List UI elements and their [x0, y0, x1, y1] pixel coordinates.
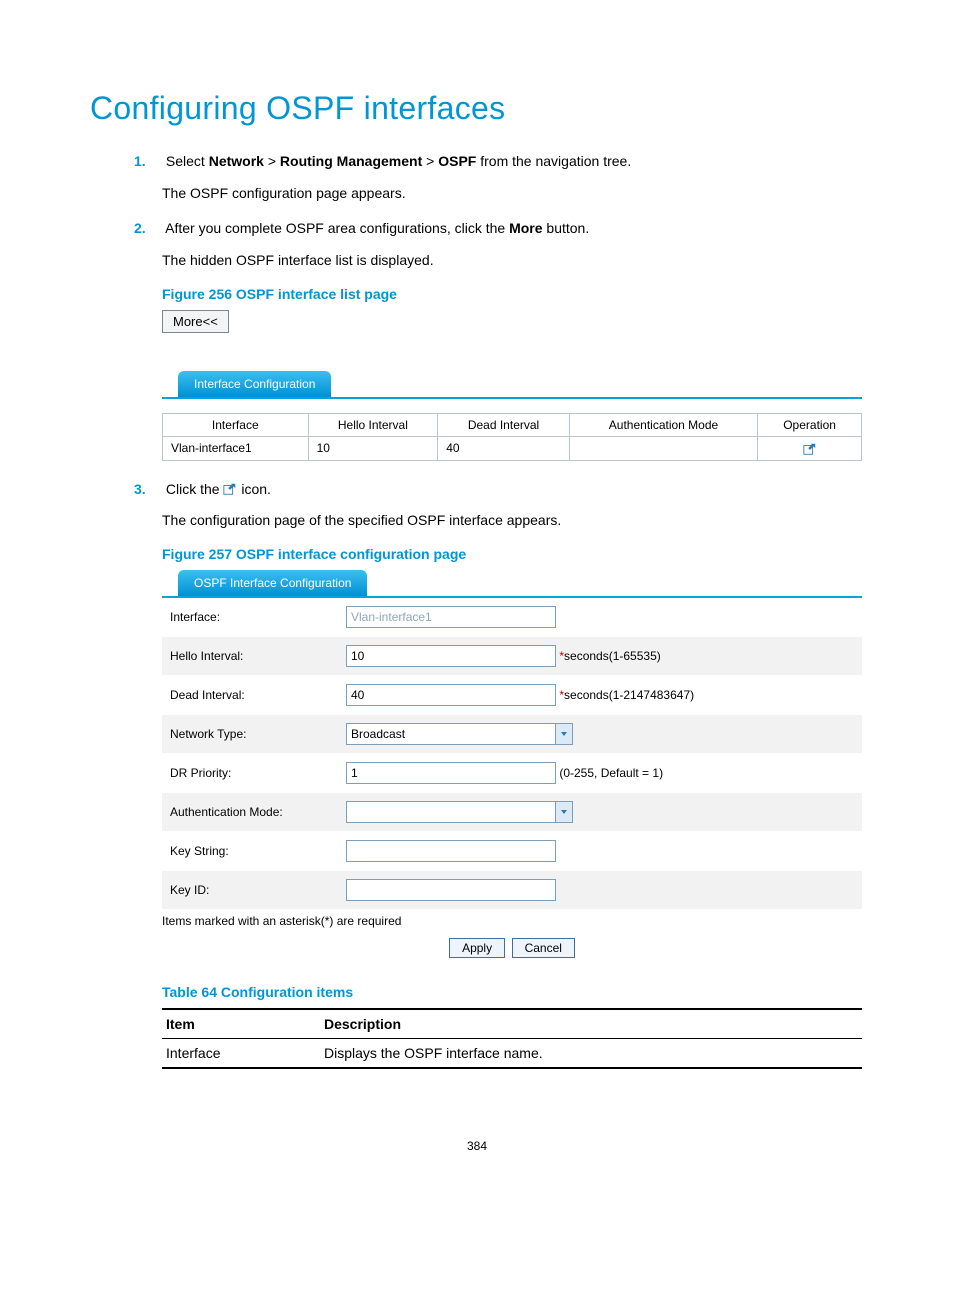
step-text: After you complete OSPF area configurati… — [165, 220, 509, 236]
step-number: 2. — [134, 218, 162, 240]
label-dead-interval: Dead Interval: — [162, 675, 338, 714]
tab-ospf-interface-config[interactable]: OSPF Interface Configuration — [178, 570, 367, 596]
more-button[interactable]: More<< — [162, 310, 229, 333]
cell-dead: 40 — [438, 436, 570, 460]
figure-256-caption: Figure 256 OSPF interface list page — [162, 286, 864, 302]
configuration-items-table: Item Description Interface Displays the … — [162, 1008, 862, 1069]
interface-field — [346, 606, 556, 628]
figure-256: More<< Interface Configuration Interface… — [162, 310, 864, 461]
auth-mode-select[interactable] — [346, 801, 555, 823]
table-header-row: Interface Hello Interval Dead Interval A… — [163, 413, 862, 436]
tab-bar: Interface Configuration — [162, 371, 862, 399]
step-3: 3. Click the icon. The configuration pag… — [162, 479, 864, 532]
nav-network: Network — [209, 153, 264, 169]
tab-bar: OSPF Interface Configuration — [162, 570, 862, 598]
dead-interval-field[interactable] — [346, 684, 556, 706]
edit-icon — [223, 481, 237, 497]
step-sub: The configuration page of the specified … — [162, 510, 864, 532]
cell-hello: 10 — [308, 436, 438, 460]
cell-item: Interface — [162, 1038, 320, 1068]
label-network-type: Network Type: — [162, 714, 338, 753]
chevron-down-icon[interactable] — [555, 801, 573, 823]
cell-description: Displays the OSPF interface name. — [320, 1038, 862, 1068]
col-item: Item — [162, 1009, 320, 1039]
ospf-interface-form: Interface: Hello Interval: *seconds(1-65… — [162, 598, 862, 910]
label-auth-mode: Authentication Mode: — [162, 792, 338, 831]
cell-auth — [569, 436, 757, 460]
label-dr-priority: DR Priority: — [162, 753, 338, 792]
table-row: Vlan-interface1 10 40 — [163, 436, 862, 460]
table-64-caption: Table 64 Configuration items — [162, 984, 864, 1000]
page-number: 384 — [90, 1139, 864, 1153]
label-hello-interval: Hello Interval: — [162, 636, 338, 675]
table-row: Interface Displays the OSPF interface na… — [162, 1038, 862, 1068]
hint-dead: seconds(1-2147483647) — [564, 688, 694, 702]
button-row: Apply Cancel — [162, 934, 862, 960]
col-auth-mode: Authentication Mode — [569, 413, 757, 436]
interface-list-table: Interface Hello Interval Dead Interval A… — [162, 413, 862, 461]
col-interface: Interface — [163, 413, 309, 436]
step-sub: The OSPF configuration page appears. — [162, 183, 864, 205]
key-id-field[interactable] — [346, 879, 556, 901]
apply-button[interactable]: Apply — [449, 938, 505, 958]
col-dead-interval: Dead Interval — [438, 413, 570, 436]
col-hello-interval: Hello Interval — [308, 413, 438, 436]
chevron-down-icon[interactable] — [555, 723, 573, 745]
label-key-string: Key String: — [162, 831, 338, 870]
hello-interval-field[interactable] — [346, 645, 556, 667]
step-number: 1. — [134, 151, 162, 173]
cell-operation — [758, 436, 862, 460]
page-title: Configuring OSPF interfaces — [90, 90, 864, 127]
nav-routing-mgmt: Routing Management — [280, 153, 422, 169]
label-key-id: Key ID: — [162, 870, 338, 909]
step-2: 2. After you complete OSPF area configur… — [162, 218, 864, 271]
edit-icon[interactable] — [803, 441, 817, 455]
col-operation: Operation — [758, 413, 862, 436]
cell-interface: Vlan-interface1 — [163, 436, 309, 460]
key-string-field[interactable] — [346, 840, 556, 862]
figure-257: OSPF Interface Configuration Interface: … — [162, 570, 862, 960]
network-type-select[interactable] — [346, 723, 555, 745]
step-text: Select — [166, 153, 209, 169]
col-description: Description — [320, 1009, 862, 1039]
step-sub: The hidden OSPF interface list is displa… — [162, 250, 864, 272]
table-header-row: Item Description — [162, 1009, 862, 1039]
dr-priority-field[interactable] — [346, 762, 556, 784]
nav-ospf: OSPF — [438, 153, 476, 169]
step-text: Click the — [166, 481, 224, 497]
cancel-button[interactable]: Cancel — [512, 938, 575, 958]
step-1: 1. Select Network > Routing Management >… — [162, 151, 864, 204]
more-word: More — [509, 220, 542, 236]
required-note: Items marked with an asterisk(*) are req… — [162, 914, 862, 928]
step-number: 3. — [134, 479, 162, 501]
label-interface: Interface: — [162, 598, 338, 637]
hint-dr: (0-255, Default = 1) — [559, 766, 663, 780]
hint-hello: seconds(1-65535) — [564, 649, 661, 663]
figure-257-caption: Figure 257 OSPF interface configuration … — [162, 546, 864, 562]
tab-interface-configuration[interactable]: Interface Configuration — [178, 371, 331, 397]
